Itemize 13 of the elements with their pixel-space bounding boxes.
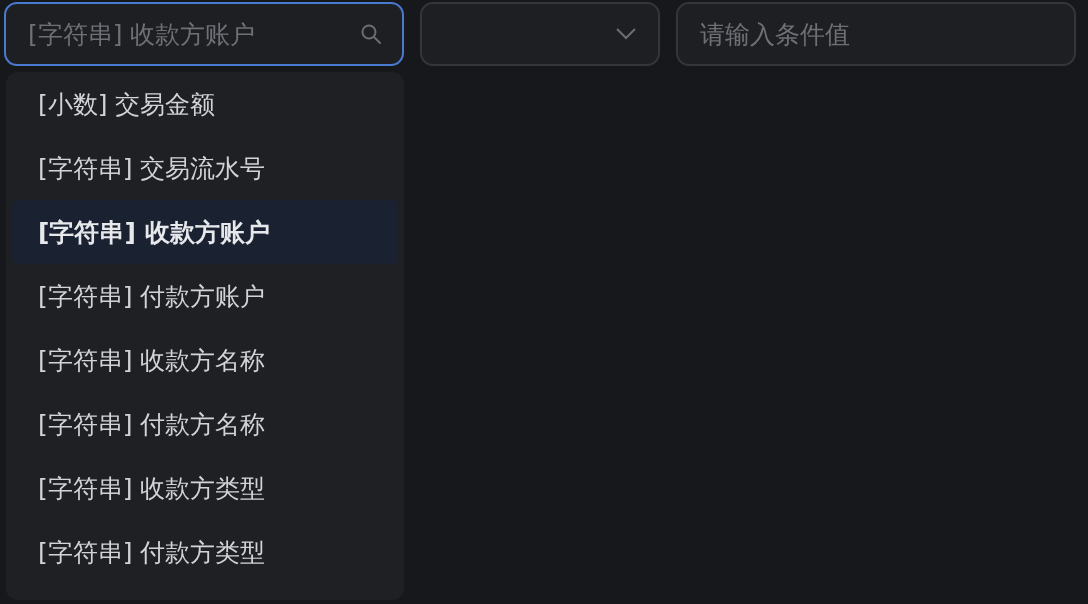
dropdown-option[interactable]: [字符串] 收款方名称 xyxy=(12,328,398,392)
dropdown-option[interactable]: [字符串] 付款方账户 xyxy=(12,264,398,328)
dropdown-option[interactable]: [小数] 交易金额 xyxy=(12,72,398,136)
value-input[interactable]: 请输入条件值 xyxy=(676,2,1076,66)
search-icon xyxy=(360,23,382,45)
dropdown-option[interactable]: [字符串] 付款方类型 xyxy=(12,520,398,584)
dropdown-option[interactable]: [字符串] 收款方类型 xyxy=(12,456,398,520)
dropdown-option[interactable]: [字符串] 交易流水号 xyxy=(12,136,398,200)
dropdown-option[interactable]: [字符串] 付款方名称 xyxy=(12,392,398,456)
dropdown-option[interactable]: [字符串] 收款方账户 xyxy=(12,200,398,264)
operator-select[interactable] xyxy=(420,2,660,66)
chevron-down-icon xyxy=(616,28,636,40)
search-field[interactable]: [字符串] 收款方账户 xyxy=(4,2,404,66)
